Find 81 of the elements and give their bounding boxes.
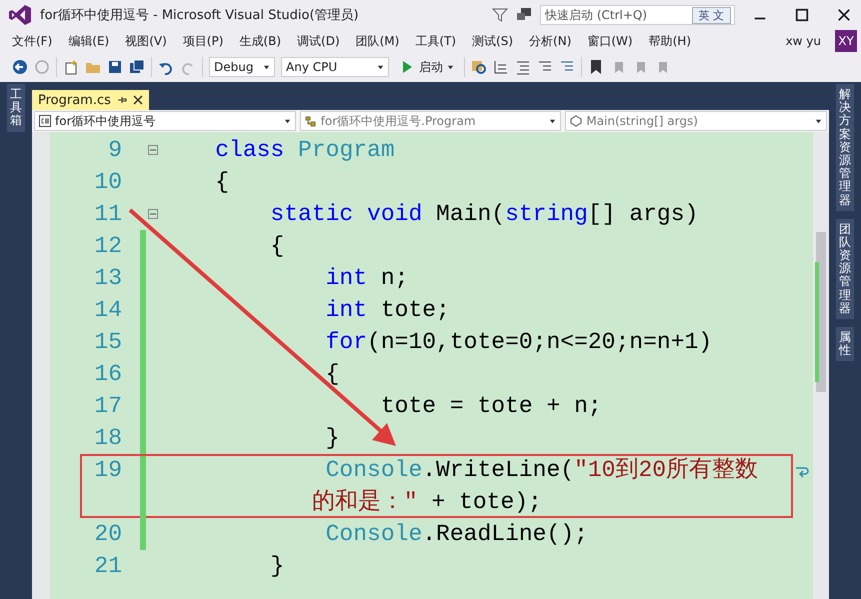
step-icon[interactable] bbox=[493, 59, 509, 75]
platform-dropdown[interactable]: Any CPU bbox=[281, 57, 389, 77]
list-icon[interactable] bbox=[515, 59, 531, 75]
close-icon[interactable] bbox=[132, 95, 143, 105]
caret-icon bbox=[815, 118, 822, 124]
method-icon bbox=[570, 115, 582, 127]
code-line: { bbox=[269, 232, 284, 261]
start-button[interactable]: 启动 bbox=[395, 58, 458, 76]
code-line: } bbox=[269, 552, 284, 581]
save-icon[interactable] bbox=[107, 59, 123, 75]
menu-item[interactable]: 项目(P) bbox=[174, 32, 232, 50]
ime-badge: 英 文 bbox=[692, 7, 731, 24]
menu-item[interactable]: 工具(T) bbox=[407, 32, 464, 50]
save-all-icon[interactable] bbox=[129, 59, 145, 75]
menu-item[interactable]: 分析(N) bbox=[521, 32, 580, 50]
file-icon bbox=[39, 115, 51, 127]
code-line: Console.ReadLine(); bbox=[324, 520, 588, 549]
code-line: int n; bbox=[324, 264, 408, 293]
menu-item[interactable]: 文件(F) bbox=[4, 32, 60, 50]
filter-icon[interactable] bbox=[492, 7, 508, 23]
line-number: 12 bbox=[93, 232, 122, 261]
menu-item[interactable]: 测试(S) bbox=[464, 32, 522, 50]
code-line: Console.WriteLine("10到20所有整数 bbox=[324, 456, 758, 485]
caret-icon bbox=[447, 64, 454, 70]
find-icon[interactable] bbox=[471, 59, 487, 75]
line-number: 21 bbox=[93, 552, 122, 581]
line-number: 10 bbox=[93, 168, 122, 197]
line-number: 17 bbox=[93, 392, 122, 421]
line-number: 9 bbox=[107, 136, 122, 165]
window-title: for循环中使用逗号 - Microsoft Visual Studio(管理员) bbox=[40, 7, 360, 24]
code-line: { bbox=[324, 360, 340, 389]
collapse-icon[interactable] bbox=[148, 145, 158, 155]
line-number: 14 bbox=[93, 296, 122, 325]
new-item-icon[interactable] bbox=[63, 59, 79, 75]
scrollbar[interactable] bbox=[813, 132, 829, 599]
caret-icon bbox=[549, 118, 556, 124]
line-number: 16 bbox=[93, 360, 122, 389]
side-panel-tab[interactable]: 解决方案资源管理器 bbox=[836, 84, 854, 211]
back-icon[interactable] bbox=[12, 59, 28, 75]
menu-item[interactable]: 调试(D) bbox=[289, 32, 348, 50]
side-panel-tab[interactable]: 团队资源管理器 bbox=[836, 218, 854, 319]
line-number: 11 bbox=[93, 200, 122, 229]
avatar[interactable]: XY bbox=[835, 30, 857, 52]
configuration-dropdown[interactable]: Debug bbox=[209, 57, 275, 77]
menu-item[interactable]: 帮助(H) bbox=[640, 32, 699, 50]
app-logo-icon bbox=[8, 4, 32, 26]
editor-tab[interactable]: Program.cs bbox=[32, 90, 149, 110]
navigation-dropdown[interactable]: Main(string[] args) bbox=[565, 111, 828, 131]
account-name[interactable]: xw yu bbox=[786, 34, 821, 48]
maximize-icon[interactable] bbox=[795, 8, 809, 22]
navigation-dropdown[interactable]: for循环中使用逗号 bbox=[34, 111, 296, 131]
menu-item[interactable]: 编辑(E) bbox=[60, 32, 118, 50]
side-panel-tab[interactable]: 属性 bbox=[836, 327, 854, 362]
code-line: static void Main(string[] args) bbox=[269, 200, 698, 229]
menu-item[interactable]: 窗口(W) bbox=[579, 32, 641, 50]
side-panel-tab[interactable]: 工具箱 bbox=[7, 84, 25, 132]
line-number: 19 bbox=[93, 456, 122, 485]
collapse-icon[interactable] bbox=[148, 209, 158, 219]
menu-item[interactable]: 团队(M) bbox=[348, 32, 408, 50]
code-line: tote = tote + n; bbox=[380, 392, 602, 421]
code-line: { bbox=[214, 168, 230, 197]
feedback-icon[interactable] bbox=[516, 7, 532, 23]
caret-icon bbox=[377, 64, 384, 70]
code-line: int tote; bbox=[324, 296, 450, 325]
bookmark-icon[interactable] bbox=[588, 59, 604, 75]
line-number: 13 bbox=[93, 264, 122, 293]
navigation-dropdown[interactable]: for循环中使用逗号.Program bbox=[300, 111, 562, 131]
code-line: } bbox=[324, 424, 340, 453]
caret-icon bbox=[263, 64, 270, 70]
caret-icon bbox=[284, 118, 291, 124]
pin-icon[interactable] bbox=[116, 95, 127, 105]
line-number: 18 bbox=[93, 424, 122, 453]
code-line: 的和是：" + tote); bbox=[310, 488, 542, 517]
class-icon bbox=[304, 115, 317, 127]
menu-item[interactable]: 生成(B) bbox=[231, 32, 290, 50]
line-number: 15 bbox=[93, 328, 122, 357]
code-line: for(n=10,tote=0;n<=20;n=n+1) bbox=[324, 328, 712, 357]
line-number: 20 bbox=[93, 520, 122, 549]
code-line: class Program bbox=[214, 136, 395, 165]
menu-item[interactable]: 视图(V) bbox=[117, 32, 175, 50]
close-icon[interactable] bbox=[837, 8, 851, 22]
